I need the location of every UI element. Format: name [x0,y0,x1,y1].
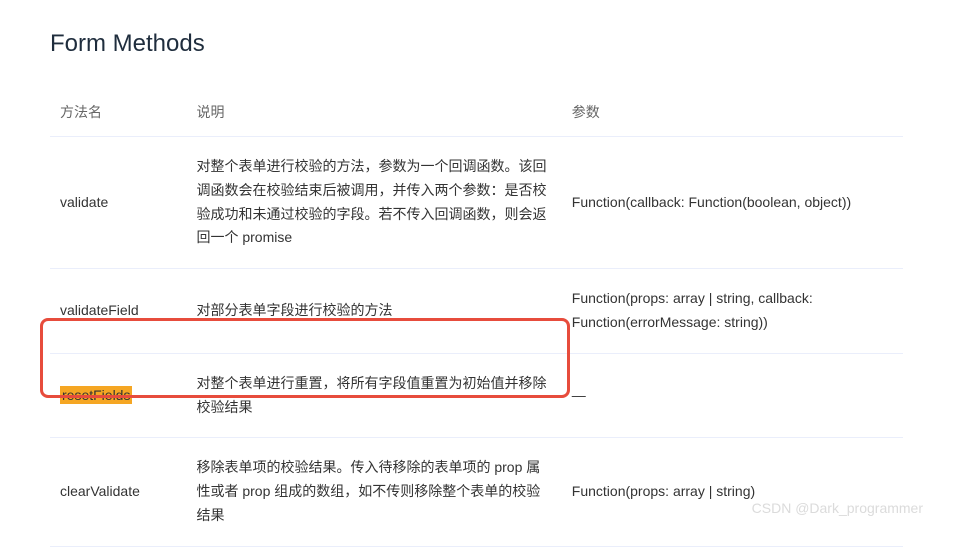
method-param-cell: Function(props: array | string, callback… [562,269,903,354]
method-desc-cell: 移除表单项的校验结果。传入待移除的表单项的 prop 属性或者 prop 组成的… [186,438,561,546]
methods-table: 方法名 说明 参数 validate 对整个表单进行校验的方法，参数为一个回调函… [50,88,903,547]
method-name-cell: validate [50,137,186,269]
method-desc-cell: 对部分表单字段进行校验的方法 [186,269,561,354]
method-param-cell: Function(callback: Function(boolean, obj… [562,137,903,269]
method-name-cell: resetFields [50,353,186,438]
table-row: validateField 对部分表单字段进行校验的方法 Function(pr… [50,269,903,354]
method-desc-cell: 对整个表单进行重置，将所有字段值重置为初始值并移除校验结果 [186,353,561,438]
table-row: validate 对整个表单进行校验的方法，参数为一个回调函数。该回调函数会在校… [50,137,903,269]
watermark: CSDN @Dark_programmer [752,500,923,516]
header-parameters: 参数 [562,88,903,137]
header-description: 说明 [186,88,561,137]
method-desc-cell: 对整个表单进行校验的方法，参数为一个回调函数。该回调函数会在校验结束后被调用，并… [186,137,561,269]
highlighted-method-name: resetFields [60,386,132,404]
table-row: clearValidate 移除表单项的校验结果。传入待移除的表单项的 prop… [50,438,903,546]
table-row-highlighted: resetFields 对整个表单进行重置，将所有字段值重置为初始值并移除校验结… [50,353,903,438]
method-name-cell: clearValidate [50,438,186,546]
section-title: Form Methods [50,30,903,58]
header-method-name: 方法名 [50,88,186,137]
method-param-cell: Function(props: array | string) [562,438,903,546]
method-name-cell: validateField [50,269,186,354]
method-param-cell: — [562,353,903,438]
